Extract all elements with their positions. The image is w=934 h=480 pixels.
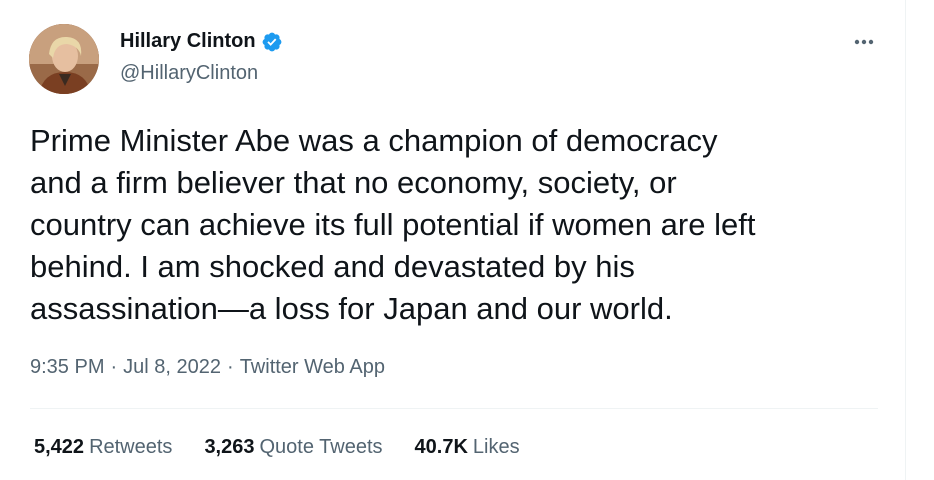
- avatar-photo-icon: [29, 24, 99, 94]
- retweets-label: Retweets: [89, 436, 173, 458]
- divider: [30, 408, 878, 409]
- tweet-date[interactable]: Jul 8, 2022: [123, 356, 221, 379]
- more-dots-icon: [854, 39, 874, 45]
- tweet-card: Hillary Clinton @HillaryClinton Prime Mi…: [0, 0, 906, 480]
- avatar[interactable]: [29, 24, 99, 94]
- quote-tweets-label: Quote Tweets: [259, 436, 383, 458]
- more-options-button[interactable]: [850, 30, 878, 54]
- likes-label: Likes: [472, 436, 520, 458]
- author-name[interactable]: Hillary Clinton: [120, 30, 256, 53]
- author-name-row[interactable]: Hillary Clinton: [120, 30, 283, 53]
- quote-tweets-count: 3,263: [204, 436, 255, 458]
- meta-separator: ·: [110, 356, 118, 378]
- author-handle[interactable]: @HillaryClinton: [120, 62, 258, 85]
- likes-count: 40.7K: [414, 436, 468, 458]
- meta-separator: ·: [227, 356, 234, 378]
- retweets-count: 5,422: [34, 436, 85, 458]
- retweets-stat[interactable]: 5,422 Retweets: [34, 436, 172, 459]
- likes-stat[interactable]: 40.7K Likes: [415, 436, 520, 459]
- engagement-stats: 5,422 Retweets 3,263 Quote Tweets 40.7K Lik…: [34, 436, 552, 459]
- tweet-time[interactable]: 9:35 PM: [30, 356, 104, 379]
- tweet-source[interactable]: Twitter Web App: [240, 356, 385, 379]
- tweet-text: Prime Minister Abe was a champion of dem…: [30, 123, 756, 326]
- quote-tweets-stat[interactable]: 3,263 Quote Tweets: [204, 436, 382, 459]
- verified-badge-icon: [261, 31, 283, 53]
- tweet-meta: 9:35 PM · Jul 8, 2022 · Twitter Web App: [30, 356, 385, 379]
